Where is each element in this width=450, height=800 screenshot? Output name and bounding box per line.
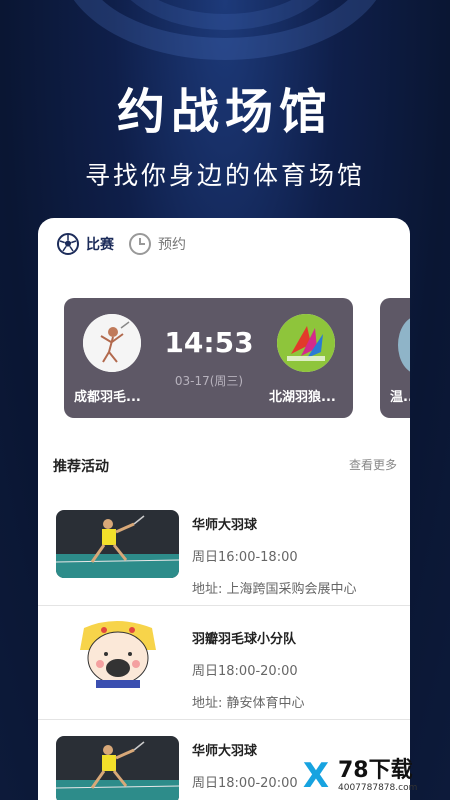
activity-title: 华师大羽球 [192,518,258,533]
site-watermark: X 78下载 4007787878.com [296,754,446,798]
tab-match-label: 比赛 [86,237,114,253]
activity-title: 羽瓣羽毛球小分队 [192,632,297,647]
tab-booking[interactable]: 预约 [128,232,186,256]
match-time: 14:53 [164,326,254,359]
activity-time: 周日18:00-20:00 [192,776,298,791]
hero-subtitle: 寻找你身边的体育场馆 [84,161,365,190]
activity-time: 周日16:00-18:00 [192,550,298,565]
tab-booking-label: 预约 [158,237,186,253]
activity-thumbnail [56,736,179,800]
soccer-ball-icon [56,232,80,256]
next-team-name: 温... [390,390,410,405]
clock-icon [128,232,152,256]
away-team-logo [277,314,335,372]
activity-title: 华师大羽球 [192,744,258,759]
tab-bar: 比赛 预约 [56,232,186,256]
away-team-name: 北湖羽狼... [269,390,336,405]
watermark-name: 78下载 [338,758,413,783]
next-match-card[interactable]: 温... [380,298,410,418]
home-team-logo [83,314,141,372]
section-title: 推荐活动 [53,459,109,475]
match-card[interactable]: 成都羽毛... 14:53 03-17(周三) 北湖羽狼... [64,298,353,418]
activity-item[interactable]: 羽瓣羽毛球小分队 周日18:00-20:00 地址: 静安体育中心 [38,608,410,720]
next-team-logo [398,316,410,374]
activity-item[interactable]: 华师大羽球 周日16:00-18:00 地址: 上海跨国采购会展中心 [38,494,410,606]
activity-thumbnail [56,510,179,578]
activity-address: 地址: 静安体育中心 [192,696,305,711]
activity-address: 地址: 上海跨国采购会展中心 [192,582,357,597]
watermark-logo: X [302,756,330,796]
match-date: 03-17(周三) [174,374,244,388]
phone-screen-card: 比赛 预约 成都羽毛... 14:53 03-17(周三) 北湖羽狼... 温.… [38,218,410,800]
match-carousel[interactable]: 成都羽毛... 14:53 03-17(周三) 北湖羽狼... 温... [64,298,410,418]
activity-time: 周日18:00-20:00 [192,664,298,679]
watermark-url: 4007787878.com [338,783,418,793]
see-more-link[interactable]: 查看更多 [349,456,397,476]
hero-title: 约战场馆 [116,84,333,140]
activity-thumbnail [56,620,179,688]
tab-match[interactable]: 比赛 [56,232,114,256]
recommended-header: 推荐活动 查看更多 [53,456,397,476]
home-team-name: 成都羽毛... [74,390,141,405]
